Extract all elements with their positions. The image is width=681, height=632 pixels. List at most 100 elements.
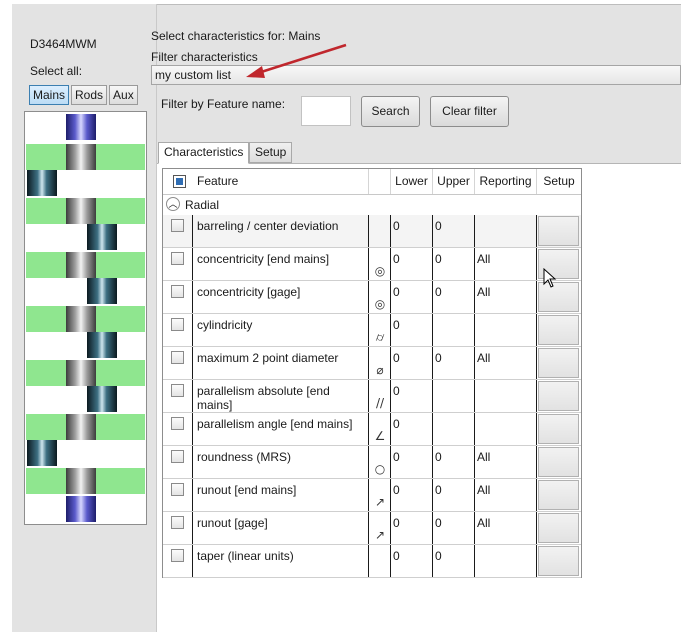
upper-cell[interactable] xyxy=(433,314,475,346)
row-checkbox[interactable] xyxy=(171,483,184,496)
reporting-cell[interactable]: All xyxy=(475,446,537,478)
crank-row[interactable] xyxy=(26,440,145,466)
upper-cell[interactable]: 0 xyxy=(433,281,475,313)
rod-journal[interactable] xyxy=(87,386,117,412)
reporting-column-header[interactable]: Reporting xyxy=(475,169,537,194)
setup-button[interactable] xyxy=(538,216,579,246)
header-checkbox[interactable] xyxy=(173,175,186,188)
upper-cell[interactable] xyxy=(433,413,475,445)
table-row[interactable]: cylindricity ⌭ 0 xyxy=(163,314,581,347)
setup-button[interactable] xyxy=(538,546,579,576)
feature-column-header[interactable]: Feature xyxy=(192,169,369,194)
rod-journal[interactable] xyxy=(27,170,57,196)
table-row[interactable]: roundness (MRS) ○ 0 0 All xyxy=(163,446,581,479)
clear-filter-button[interactable]: Clear filter xyxy=(430,96,509,127)
group-header-radial[interactable]: ︿ Radial xyxy=(163,195,581,215)
row-checkbox[interactable] xyxy=(171,351,184,364)
setup-button[interactable] xyxy=(538,414,579,444)
upper-cell[interactable]: 0 xyxy=(433,446,475,478)
reporting-cell[interactable]: All xyxy=(475,479,537,511)
row-checkbox[interactable] xyxy=(171,384,184,397)
crank-row[interactable] xyxy=(26,360,145,386)
crank-row[interactable] xyxy=(26,332,145,358)
reporting-cell[interactable]: All xyxy=(475,512,537,544)
row-checkbox[interactable] xyxy=(171,285,184,298)
reporting-cell[interactable] xyxy=(475,413,537,445)
crankshaft-diagram[interactable] xyxy=(24,111,147,525)
reporting-cell[interactable] xyxy=(475,314,537,346)
lower-cell[interactable]: 0 xyxy=(391,248,433,280)
reporting-cell[interactable] xyxy=(475,215,537,247)
reporting-cell[interactable]: All xyxy=(475,281,537,313)
row-checkbox[interactable] xyxy=(171,516,184,529)
table-row[interactable]: runout [end mains] ↗ 0 0 All xyxy=(163,479,581,512)
setup-button[interactable] xyxy=(538,513,579,543)
upper-cell[interactable]: 0 xyxy=(433,545,475,577)
rod-journal[interactable] xyxy=(27,440,57,466)
upper-cell[interactable]: 0 xyxy=(433,512,475,544)
feature-name-input[interactable] xyxy=(301,96,351,126)
row-checkbox[interactable] xyxy=(171,318,184,331)
row-checkbox[interactable] xyxy=(171,417,184,430)
crank-row[interactable] xyxy=(26,386,145,412)
select-all-header[interactable] xyxy=(163,169,192,194)
table-row[interactable]: runout [gage] ↗ 0 0 All xyxy=(163,512,581,545)
rod-journal[interactable] xyxy=(87,224,117,250)
upper-cell[interactable]: 0 xyxy=(433,479,475,511)
search-button[interactable]: Search xyxy=(361,96,420,127)
setup-button[interactable] xyxy=(538,480,579,510)
main-journal[interactable] xyxy=(66,114,96,140)
lower-cell[interactable]: 0 xyxy=(391,281,433,313)
table-row[interactable]: concentricity [end mains] ◎ 0 0 All xyxy=(163,248,581,281)
table-row[interactable]: parallelism absolute [end mains] // 0 xyxy=(163,380,581,413)
reporting-cell[interactable]: All xyxy=(475,248,537,280)
crank-row[interactable] xyxy=(26,114,145,140)
lower-cell[interactable]: 0 xyxy=(391,545,433,577)
crank-row[interactable] xyxy=(26,252,145,278)
lower-cell[interactable]: 0 xyxy=(391,413,433,445)
row-checkbox[interactable] xyxy=(171,450,184,463)
table-row[interactable]: maximum 2 point diameter ⌀ 0 0 All xyxy=(163,347,581,380)
crank-row[interactable] xyxy=(26,278,145,304)
setup-button[interactable] xyxy=(538,348,579,378)
row-checkbox[interactable] xyxy=(171,252,184,265)
lower-cell[interactable]: 0 xyxy=(391,512,433,544)
setup-button[interactable] xyxy=(538,381,579,411)
upper-cell[interactable]: 0 xyxy=(433,347,475,379)
lower-cell[interactable]: 0 xyxy=(391,314,433,346)
aux-button[interactable]: Aux xyxy=(109,85,138,105)
upper-cell[interactable]: 0 xyxy=(433,248,475,280)
setup-button[interactable] xyxy=(538,447,579,477)
tab-characteristics[interactable]: Characteristics xyxy=(158,142,250,164)
crank-row[interactable] xyxy=(26,224,145,250)
table-row[interactable]: concentricity [gage] ◎ 0 0 All xyxy=(163,281,581,314)
upper-cell[interactable]: 0 xyxy=(433,215,475,247)
lower-cell[interactable]: 0 xyxy=(391,446,433,478)
crank-row[interactable] xyxy=(26,306,145,332)
crank-row[interactable] xyxy=(26,170,145,196)
setup-column-header[interactable]: Setup xyxy=(537,169,581,194)
tab-setup[interactable]: Setup xyxy=(249,142,293,163)
main-journal[interactable] xyxy=(66,496,96,522)
upper-column-header[interactable]: Upper xyxy=(433,169,475,194)
filter-characteristics-combo[interactable]: my custom list xyxy=(151,65,681,85)
lower-cell[interactable]: 0 xyxy=(391,479,433,511)
setup-button[interactable] xyxy=(538,315,579,345)
lower-cell[interactable]: 0 xyxy=(391,347,433,379)
rod-journal[interactable] xyxy=(87,278,117,304)
crank-row[interactable] xyxy=(26,198,145,224)
crank-row[interactable] xyxy=(26,414,145,440)
row-checkbox[interactable] xyxy=(171,219,184,232)
mains-button[interactable]: Mains xyxy=(29,85,70,105)
reporting-cell[interactable] xyxy=(475,380,537,412)
lower-cell[interactable]: 0 xyxy=(391,215,433,247)
table-row[interactable]: taper (linear units) 0 0 xyxy=(163,545,581,578)
upper-cell[interactable] xyxy=(433,380,475,412)
reporting-cell[interactable] xyxy=(475,545,537,577)
lower-cell[interactable]: 0 xyxy=(391,380,433,412)
reporting-cell[interactable]: All xyxy=(475,347,537,379)
table-row[interactable]: parallelism angle [end mains] ∠ 0 xyxy=(163,413,581,446)
rod-journal[interactable] xyxy=(87,332,117,358)
crank-row[interactable] xyxy=(26,468,145,494)
lower-column-header[interactable]: Lower xyxy=(391,169,433,194)
